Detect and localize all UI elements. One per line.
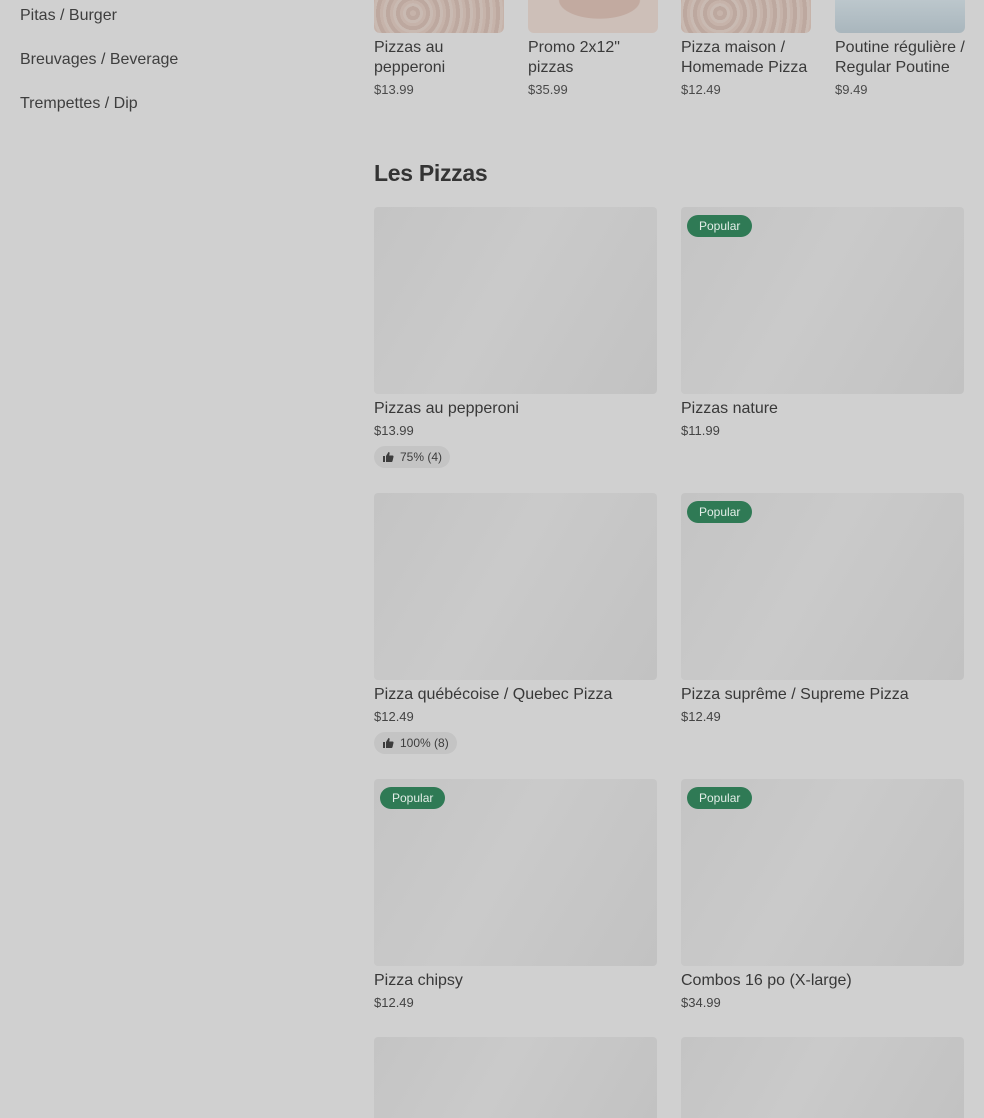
item-image [374,207,657,394]
item-price: $13.99 [374,423,414,438]
item-price: $35.99 [528,82,568,97]
item-name: Pizzas nature [681,400,778,417]
item-price: $9.49 [835,82,868,97]
item-image: Popular [374,779,657,966]
item-name: Pizza chipsy [374,972,463,989]
featured-item[interactable]: Pizza maison / Homemade Pizza $12.49 [681,0,811,97]
item-price: $12.49 [681,709,721,724]
item-image [374,0,504,33]
menu-content: Pizzas au pepperoni $13.99 Promo 2x12" p… [374,0,965,1118]
popular-badge: Popular [687,501,753,523]
rating-badge: 75% (4) [374,446,451,468]
featured-carousel: Pizzas au pepperoni $13.99 Promo 2x12" p… [374,0,965,130]
item-name: Combos 16 po (X-large) [681,972,852,989]
sidebar-item-dip[interactable]: Trempettes / Dip [20,88,320,132]
item-price: $12.49 [374,995,414,1010]
item-price: $13.99 [374,82,414,97]
item-image: Popular [681,779,964,966]
rating-text: 75% (4) [400,450,443,464]
sidebar-item-pitas-burger[interactable]: Pitas / Burger [20,0,320,44]
popular-badge: Popular [687,215,753,237]
featured-item[interactable]: Pizzas au pepperoni $13.99 [374,0,504,97]
item-name: Pizza maison / Homemade Pizza [681,39,808,76]
category-sidebar: Pitas / Burger Breuvages / Beverage Trem… [20,0,320,132]
thumbs-up-icon [383,452,394,462]
item-price: $34.99 [681,995,721,1010]
item-price: $11.99 [681,423,720,438]
sidebar-item-beverage[interactable]: Breuvages / Beverage [20,44,320,88]
item-image [374,1037,657,1118]
thumbs-up-icon [383,738,394,748]
item-name: Pizza suprême / Supreme Pizza [681,686,909,703]
menu-item-card[interactable]: Popular Pizza chipsy $12.49 [374,779,657,1010]
popular-badge: Popular [687,787,753,809]
menu-item-card[interactable]: Pizzas au pepperoni $13.99 75% (4) [374,207,657,468]
featured-item[interactable]: Promo 2x12" pizzas $35.99 [528,0,658,97]
item-image [374,493,657,680]
rating-text: 100% (8) [400,736,449,750]
item-name: Poutine régulière / Regular Poutine [835,39,965,76]
menu-item-card[interactable]: Pizza québécoise / Quebec Pizza $12.49 1… [374,493,657,754]
item-image [528,0,658,33]
item-price: $12.49 [681,82,721,97]
section-title: Les Pizzas [374,160,488,186]
item-image: Popular [681,207,964,394]
item-price: $12.49 [374,709,414,724]
item-name: Pizza québécoise / Quebec Pizza [374,686,613,703]
popular-badge: Popular [380,787,446,809]
menu-item-card[interactable]: Popular Pizzas nature $11.99 [681,207,964,438]
menu-item-card[interactable]: Popular Combos 16 po (X-large) $34.99 [681,779,964,1010]
menu-item-card[interactable] [374,1037,657,1118]
item-name: Promo 2x12" pizzas [528,39,620,76]
item-name: Pizzas au pepperoni [374,39,446,76]
item-image [681,1037,964,1118]
item-image: Popular [681,493,964,680]
item-image [681,0,811,33]
rating-badge: 100% (8) [374,732,457,754]
featured-item[interactable]: Poutine régulière / Regular Poutine $9.4… [835,0,965,97]
menu-item-card[interactable]: Popular Pizza suprême / Supreme Pizza $1… [681,493,964,724]
menu-item-card[interactable] [681,1037,964,1118]
item-image [835,0,965,33]
item-name: Pizzas au pepperoni [374,400,519,417]
